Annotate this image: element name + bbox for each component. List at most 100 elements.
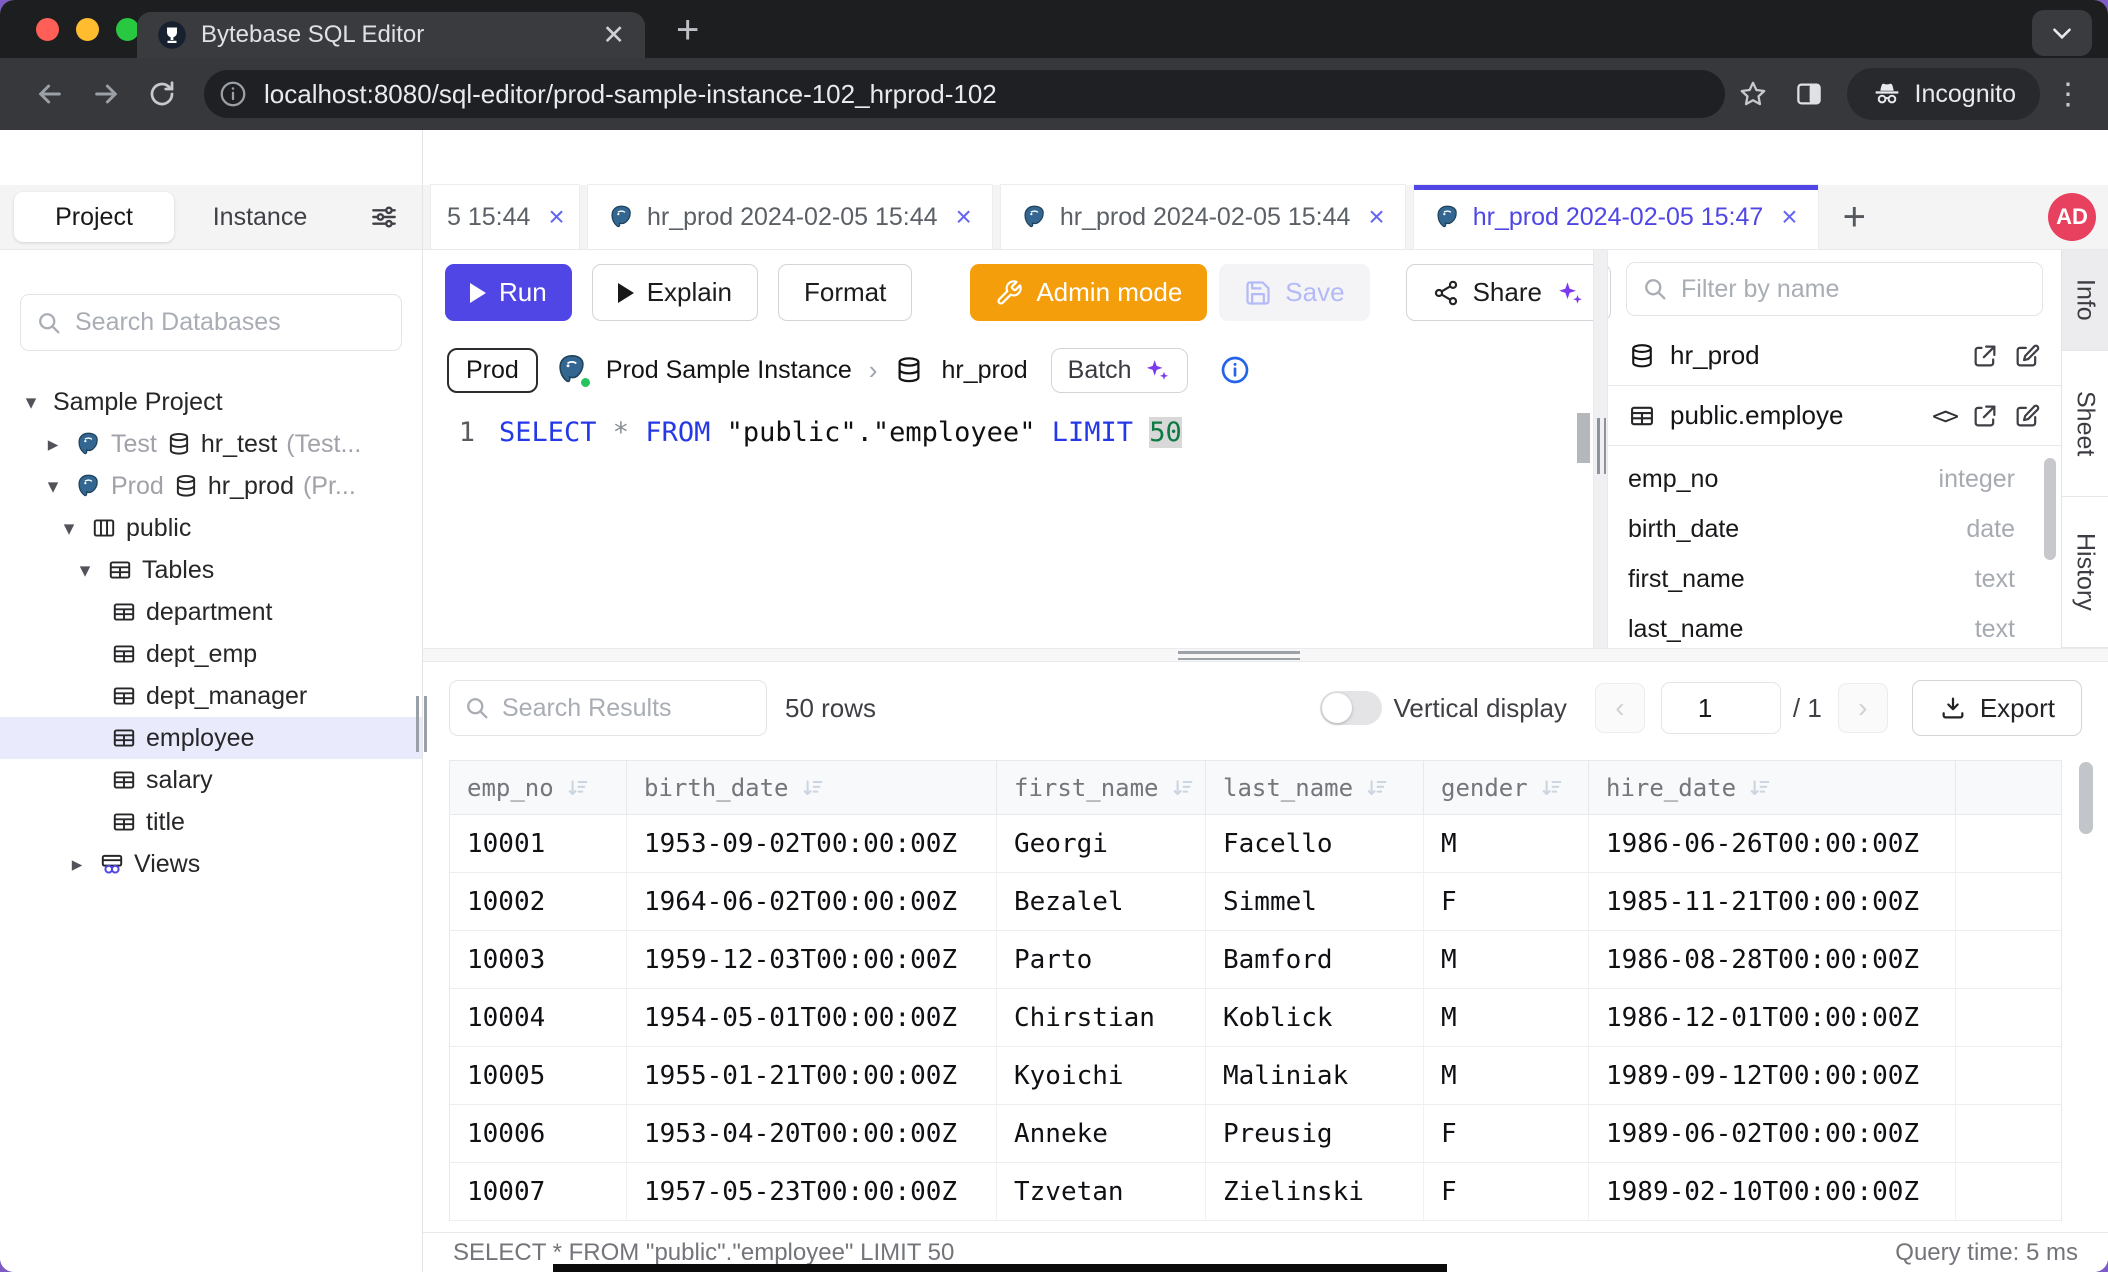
rail-tab-history[interactable]: History bbox=[2062, 497, 2108, 648]
table-cell-filler bbox=[1956, 815, 2061, 872]
tree-item-table-department[interactable]: department bbox=[0, 591, 422, 633]
tree-item-table-salary[interactable]: salary bbox=[0, 759, 422, 801]
page-number-input[interactable]: 1 bbox=[1661, 682, 1781, 734]
tree-item-hr-test[interactable]: ▸Testhr_test(Test... bbox=[0, 423, 422, 465]
browser-tab[interactable]: Bytebase SQL Editor ✕ bbox=[137, 12, 645, 58]
tab-project[interactable]: Project bbox=[14, 192, 174, 242]
tree-item-table-dept_emp[interactable]: dept_emp bbox=[0, 633, 422, 675]
close-icon[interactable]: × bbox=[956, 203, 972, 231]
editor-toolbar: Run Explain Format bbox=[423, 250, 1593, 335]
external-link-icon[interactable] bbox=[1971, 342, 1999, 370]
new-sheet-button[interactable]: + bbox=[1843, 195, 1866, 240]
forward-button[interactable] bbox=[78, 66, 134, 122]
bookmark-star-icon[interactable] bbox=[1725, 66, 1781, 122]
browser-tab-close-icon[interactable]: ✕ bbox=[602, 22, 625, 49]
column-header-birth_date[interactable]: birth_date bbox=[627, 761, 997, 814]
instance-name[interactable]: Prod Sample Instance bbox=[606, 356, 852, 385]
editor-tab[interactable]: hr_prod 2024-02-05 15:44× bbox=[587, 184, 993, 249]
tree-item-tables-group[interactable]: ▾Tables bbox=[0, 549, 422, 591]
sidebar-resize-handle[interactable] bbox=[416, 696, 427, 752]
external-link-icon[interactable] bbox=[1971, 402, 1999, 430]
column-header-emp_no[interactable]: emp_no bbox=[450, 761, 627, 814]
schema-filter[interactable] bbox=[1626, 262, 2043, 316]
close-icon[interactable]: × bbox=[1781, 203, 1797, 231]
search-icon bbox=[35, 309, 63, 337]
table-row[interactable]: 100061953-04-20T00:00:00ZAnnekePreusigF1… bbox=[450, 1105, 2061, 1163]
tree-item-hr-prod[interactable]: ▾Prodhr_prod(Pr... bbox=[0, 465, 422, 507]
table-row[interactable]: 100011953-09-02T00:00:00ZGeorgiFacelloM1… bbox=[450, 815, 2061, 873]
info-icon[interactable] bbox=[1219, 354, 1251, 386]
view-code-icon[interactable]: <> bbox=[1932, 402, 1957, 430]
rail-tab-info[interactable]: Info bbox=[2062, 250, 2108, 351]
maximize-window-button[interactable] bbox=[116, 18, 139, 41]
results-resize-divider[interactable] bbox=[423, 648, 2108, 662]
tab-instance[interactable]: Instance bbox=[180, 203, 340, 232]
browser-menu-icon[interactable]: ⋮ bbox=[2050, 77, 2086, 112]
table-icon bbox=[111, 683, 137, 709]
tab-search-button[interactable] bbox=[2032, 10, 2092, 56]
url-bar[interactable]: localhost:8080/sql-editor/prod-sample-in… bbox=[204, 70, 1725, 118]
close-icon[interactable]: × bbox=[1368, 203, 1384, 231]
table-cell: 10006 bbox=[450, 1105, 627, 1162]
run-button[interactable]: Run bbox=[445, 264, 572, 321]
side-panel-icon[interactable] bbox=[1781, 66, 1837, 122]
reload-button[interactable] bbox=[134, 66, 190, 122]
close-window-button[interactable] bbox=[36, 18, 59, 41]
column-header-gender[interactable]: gender bbox=[1424, 761, 1589, 814]
postgres-icon bbox=[555, 353, 589, 387]
tree-item-schema-public[interactable]: ▾public bbox=[0, 507, 422, 549]
table-row[interactable]: 100031959-12-03T00:00:00ZPartoBamfordM19… bbox=[450, 931, 2061, 989]
save-button[interactable]: Save bbox=[1219, 264, 1369, 321]
vertical-display-toggle[interactable] bbox=[1320, 691, 1382, 725]
column-header-last_name[interactable]: last_name bbox=[1206, 761, 1424, 814]
database-search-input[interactable] bbox=[75, 308, 387, 337]
tree-label: title bbox=[146, 808, 185, 837]
results-scrollbar[interactable] bbox=[2079, 762, 2093, 834]
format-button[interactable]: Format bbox=[778, 264, 912, 321]
tree-item-sample-project[interactable]: ▾Sample Project bbox=[0, 381, 422, 423]
prev-page-button[interactable]: ‹ bbox=[1595, 683, 1645, 733]
batch-sparkle-icon bbox=[1143, 356, 1171, 384]
close-icon[interactable]: × bbox=[548, 203, 564, 231]
table-cell: 1986-12-01T00:00:00Z bbox=[1589, 989, 1956, 1046]
column-header-first_name[interactable]: first_name bbox=[997, 761, 1206, 814]
table-row[interactable]: 100021964-06-02T00:00:00ZBezalelSimmelF1… bbox=[450, 873, 2061, 931]
ai-sparkle-icon[interactable] bbox=[1555, 278, 1585, 308]
column-header-hire_date[interactable]: hire_date bbox=[1589, 761, 1956, 814]
admin-mode-button[interactable]: Admin mode bbox=[970, 264, 1207, 321]
back-button[interactable] bbox=[22, 66, 78, 122]
editor-scrollbar[interactable] bbox=[1577, 413, 1590, 463]
panel-resize-gutter[interactable] bbox=[1593, 250, 1608, 648]
explain-button[interactable]: Explain bbox=[592, 264, 758, 321]
table-row[interactable]: 100041954-05-01T00:00:00ZChirstianKoblic… bbox=[450, 989, 2061, 1047]
minimize-window-button[interactable] bbox=[76, 18, 99, 41]
tree-item-table-dept_manager[interactable]: dept_manager bbox=[0, 675, 422, 717]
share-button[interactable]: Share bbox=[1406, 264, 1611, 321]
tree-item-views-group[interactable]: ▸Views bbox=[0, 843, 422, 885]
caret-right-icon: ▸ bbox=[64, 852, 90, 877]
rail-tab-sheet[interactable]: Sheet bbox=[2062, 351, 2108, 496]
database-name[interactable]: hr_prod bbox=[941, 356, 1027, 385]
schema-scrollbar[interactable] bbox=[2044, 458, 2056, 560]
filter-sliders-icon[interactable] bbox=[368, 201, 400, 233]
results-search-input[interactable] bbox=[502, 694, 753, 723]
tree-item-table-title[interactable]: title bbox=[0, 801, 422, 843]
user-avatar[interactable]: AD bbox=[2048, 193, 2096, 241]
editor-tab[interactable]: hr_prod 2024-02-05 15:47× bbox=[1413, 184, 1819, 249]
export-button[interactable]: Export bbox=[1912, 680, 2082, 736]
tree-item-table-employee[interactable]: employee bbox=[0, 717, 422, 759]
edit-icon[interactable] bbox=[2013, 402, 2041, 430]
results-search[interactable] bbox=[449, 680, 767, 736]
edit-icon[interactable] bbox=[2013, 342, 2041, 370]
database-search[interactable] bbox=[20, 294, 402, 351]
editor-tab[interactable]: hr_prod 2024-02-05 15:44× bbox=[1000, 184, 1406, 249]
schema-filter-input[interactable] bbox=[1681, 275, 2028, 304]
next-page-button[interactable]: › bbox=[1838, 683, 1888, 733]
table-row[interactable]: 100071957-05-23T00:00:00ZTzvetanZielinsk… bbox=[450, 1163, 2061, 1221]
batch-button[interactable]: Batch bbox=[1051, 348, 1188, 393]
table-row[interactable]: 100051955-01-21T00:00:00ZKyoichiMaliniak… bbox=[450, 1047, 2061, 1105]
site-info-icon[interactable] bbox=[218, 79, 248, 109]
new-browser-tab-button[interactable]: + bbox=[676, 8, 699, 53]
editor-tab[interactable]: 5 15:44× bbox=[430, 184, 580, 249]
sql-editor[interactable]: 1 SELECT * FROM "public"."employee" LIMI… bbox=[423, 405, 1593, 648]
